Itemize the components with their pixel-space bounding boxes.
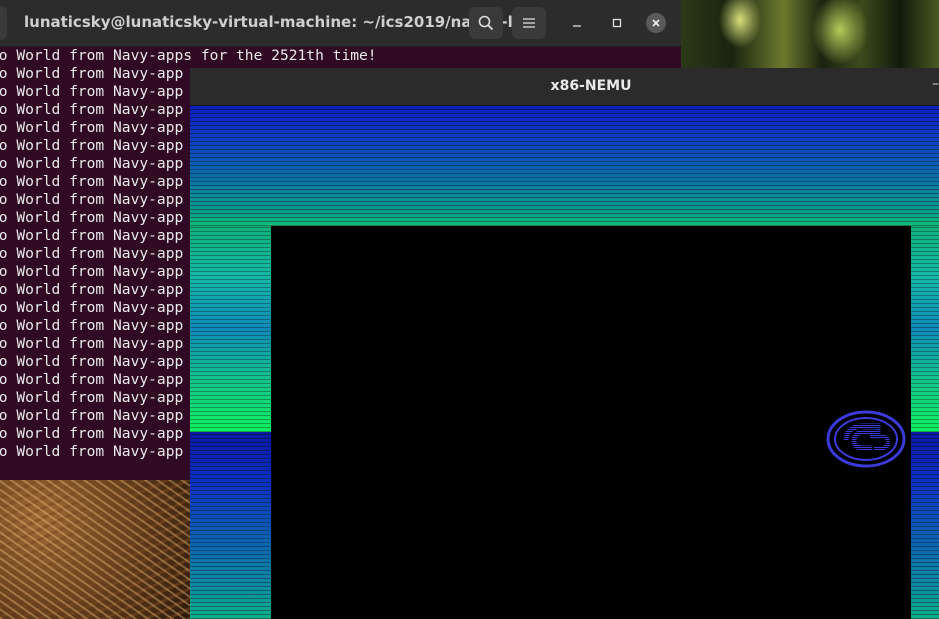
terminal-line: lo World from Navy-apps for the 2521th t…: [0, 47, 377, 64]
nemu-window[interactable]: x86-NEMU –: [190, 68, 939, 619]
maximize-button[interactable]: [607, 13, 627, 33]
nemu-titlebar[interactable]: x86-NEMU –: [190, 68, 939, 106]
color-stripes-top: [190, 106, 939, 226]
minimize-icon: [573, 25, 581, 27]
minimize-button[interactable]: [567, 13, 587, 33]
bouncing-logo-icon: [826, 410, 906, 468]
hamburger-menu-icon: [523, 18, 535, 28]
close-button[interactable]: [646, 13, 666, 33]
terminal-titlebar[interactable]: lunaticsky@lunaticsky-virtual-machine: ~…: [0, 0, 681, 47]
desktop-wallpaper-bottom: [0, 480, 192, 619]
search-icon: [478, 15, 494, 31]
color-stripes-right: [911, 226, 939, 432]
color-stripes-right-lower: [911, 432, 939, 619]
desktop-wallpaper: [680, 0, 939, 68]
maximize-icon: [612, 18, 622, 28]
menu-button[interactable]: [512, 7, 546, 39]
color-stripes-left: [190, 226, 271, 432]
new-tab-button[interactable]: [0, 6, 7, 40]
game-canvas[interactable]: [271, 226, 911, 619]
terminal-title: lunaticsky@lunaticsky-virtual-machine: ~…: [24, 13, 536, 31]
nemu-minimize-button[interactable]: –: [932, 76, 939, 92]
nemu-display[interactable]: [190, 106, 939, 619]
search-button[interactable]: [469, 7, 503, 39]
color-stripes-left-lower: [190, 432, 271, 619]
nemu-title: x86-NEMU: [550, 78, 632, 94]
close-icon: [652, 19, 660, 27]
